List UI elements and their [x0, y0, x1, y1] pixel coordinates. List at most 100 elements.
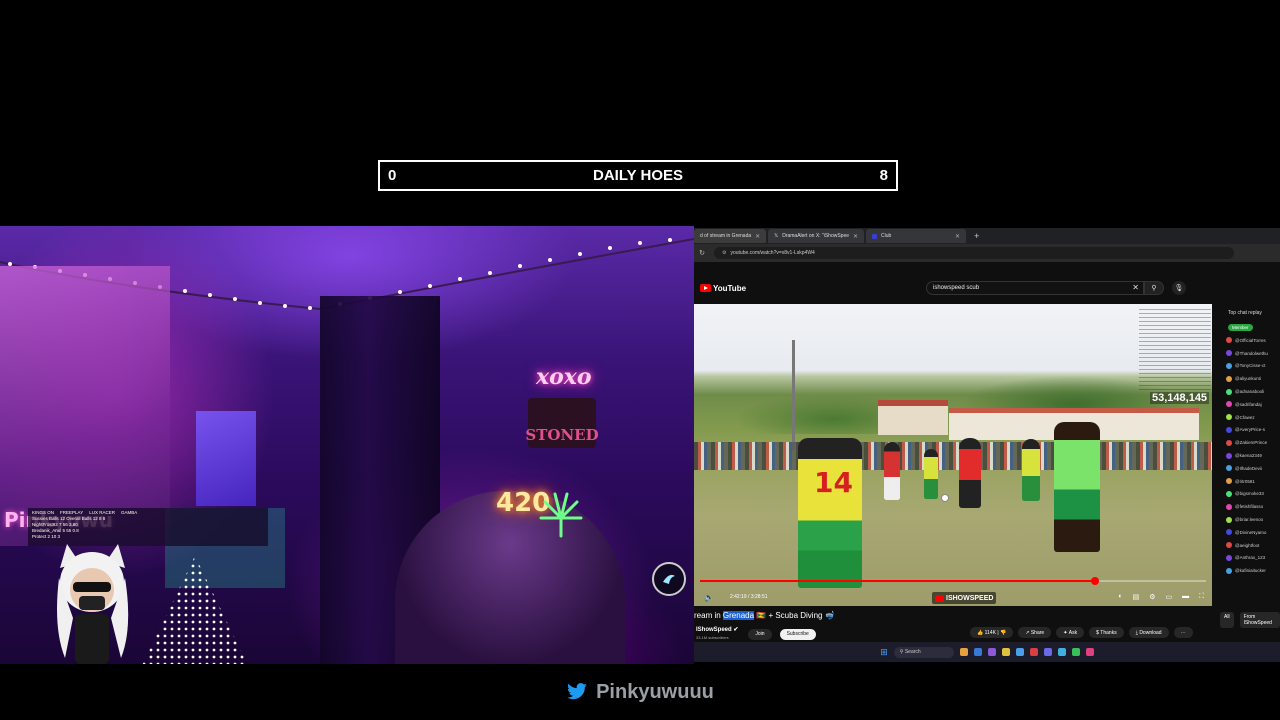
- taskbar-app-icon[interactable]: [1029, 648, 1038, 656]
- taskbar-app-icon[interactable]: [1057, 648, 1066, 656]
- browser-tab-youtube[interactable]: d of stream in Grenada ✕: [694, 229, 767, 243]
- video-actions: 👍 114K | 👎 ↗ Share ✦ Ask $ Thanks ⤓ Down…: [970, 627, 1193, 638]
- chat-username: @IlhadeDevii: [1235, 465, 1262, 471]
- handle-name: Pinkyuwuuu: [596, 680, 714, 703]
- close-icon[interactable]: ✕: [755, 233, 760, 240]
- chat-message[interactable]: @IlhadeDevii: [1226, 462, 1280, 475]
- youtube-logo[interactable]: YouTube: [700, 284, 746, 293]
- member-chip[interactable]: Member: [1228, 324, 1253, 331]
- chat-message[interactable]: @DivineNyamo: [1226, 526, 1280, 539]
- taskbar-app-icon[interactable]: [1071, 648, 1080, 656]
- chat-tab-all[interactable]: All: [1220, 612, 1234, 628]
- chat-message[interactable]: @TonyCisse-ct: [1226, 360, 1280, 373]
- lit-doorway: [196, 411, 256, 506]
- share-button[interactable]: ↗ Share: [1018, 627, 1052, 638]
- chat-tab-from-channel[interactable]: From IShowSpeed: [1239, 612, 1280, 628]
- chat-message[interactable]: @fetishfilasso: [1226, 500, 1280, 513]
- stoned-sign: STONED: [525, 398, 599, 448]
- chat-message[interactable]: @kaena2349: [1226, 449, 1280, 462]
- join-button[interactable]: Join: [748, 628, 772, 640]
- taskbar-search[interactable]: ⚲ Search: [893, 646, 954, 658]
- chat-avatar-icon: [1226, 350, 1232, 357]
- chat-message[interactable]: @Cfawez: [1226, 411, 1280, 424]
- miniplayer-icon[interactable]: ▭: [1165, 593, 1172, 601]
- clear-search-icon[interactable]: ✕: [1132, 283, 1139, 292]
- os-taskbar: ⊞ ⚲ Search: [694, 642, 1280, 662]
- chat-avatar-icon: [1226, 516, 1232, 523]
- taskbar-app-icon[interactable]: [1015, 648, 1024, 656]
- autoplay-toggle-icon[interactable]: ◐: [1118, 593, 1122, 601]
- taskbar-app-icon[interactable]: [987, 648, 996, 656]
- settings-gear-icon[interactable]: ⚙: [1149, 593, 1155, 601]
- chat-message[interactable]: @briar.leenoo: [1226, 513, 1280, 526]
- browser-tab-x[interactable]: 𝕏 DramaAlert on X: "iShowSpee ✕: [768, 229, 865, 243]
- video-player[interactable]: 14 53,148,145 ISHOWSPEED 🔈 2:42:19 / 3:2…: [694, 304, 1212, 606]
- reload-icon[interactable]: ↻: [694, 249, 710, 257]
- chat-username: @Anthrax_123: [1235, 555, 1266, 561]
- browser-tab-club[interactable]: Club ✕: [866, 229, 967, 243]
- volume-icon[interactable]: 🔈: [704, 593, 714, 602]
- subscribe-button[interactable]: Subscribe: [779, 628, 816, 640]
- taskbar-app-icon[interactable]: [1043, 648, 1052, 656]
- video-title: ream in Grenada 🇬🇩 + Scuba Diving 🤿: [694, 611, 835, 620]
- chat-message[interactable]: @kafiniaitucker: [1226, 564, 1280, 577]
- chat-header[interactable]: Top chat replay: [1220, 304, 1280, 316]
- close-icon[interactable]: ✕: [955, 233, 960, 240]
- chat-message[interactable]: @ritr0581: [1226, 475, 1280, 488]
- address-bar-row: ↻ ⚙ youtube.com/watch?v=x8v1-Lskp4W4: [694, 244, 1280, 262]
- voice-search-button[interactable]: 🎙: [1172, 281, 1186, 295]
- counter-left-value: 0: [388, 167, 397, 184]
- chat-message[interactable]: @aliyunkunti: [1226, 372, 1280, 385]
- taskbar-app-icon[interactable]: [1085, 648, 1094, 656]
- social-handle: Pinkyuwuuu: [0, 664, 1280, 720]
- windows-start-icon[interactable]: ⊞: [880, 647, 888, 658]
- progress-scrubber[interactable]: [1090, 577, 1099, 585]
- fullscreen-icon[interactable]: ⛶: [1199, 593, 1204, 601]
- search-button[interactable]: ⚲: [1144, 281, 1164, 295]
- like-button[interactable]: 👍 114K | 👎: [970, 627, 1014, 638]
- site-info-icon: ⚙: [722, 250, 727, 256]
- youtube-search-input[interactable]: ishowspeed scub ✕: [926, 281, 1144, 295]
- chat-username: @ritr0581: [1235, 478, 1255, 484]
- chat-message[interactable]: @OfficialTorres: [1226, 334, 1280, 347]
- round-overlay-button[interactable]: [652, 562, 686, 596]
- chat-username: @DivineNyamo: [1235, 529, 1267, 535]
- chat-message[interactable]: @ZakiemPrince: [1226, 436, 1280, 449]
- chat-message[interactable]: @Anthrax_123: [1226, 552, 1280, 565]
- taskbar-app-icon[interactable]: [973, 648, 982, 656]
- taskbar-app-icon[interactable]: [959, 648, 968, 656]
- live-chat-panel: Top chat replay Member @OfficialTorres @T…: [1220, 304, 1280, 606]
- browser-tab-bar: d of stream in Grenada ✕ 𝕏 DramaAlert on…: [694, 228, 1280, 244]
- more-actions-icon[interactable]: ⋯: [1173, 627, 1193, 638]
- chat-message[interactable]: @sadrifandaj: [1226, 398, 1280, 411]
- thanks-button[interactable]: $ Thanks: [1089, 627, 1124, 638]
- captions-icon[interactable]: ▤: [1133, 593, 1140, 601]
- chat-avatar-icon: [1226, 414, 1232, 421]
- dislike-icon[interactable]: 👎: [1000, 630, 1006, 636]
- taskbar-app-icon[interactable]: [1001, 648, 1010, 656]
- chat-username: @Thandolwethu: [1235, 350, 1268, 356]
- chat-message[interactable]: @Thandolwethu: [1226, 347, 1280, 360]
- download-button[interactable]: ⤓ Download: [1128, 627, 1169, 638]
- theater-icon[interactable]: ▬: [1182, 593, 1189, 601]
- chat-username: @bigsmoke33: [1235, 491, 1264, 497]
- new-tab-button[interactable]: +: [968, 231, 985, 241]
- chat-avatar-icon: [1226, 554, 1232, 561]
- youtube-play-icon: [700, 284, 711, 292]
- chat-message[interactable]: @aeightfoot: [1226, 539, 1280, 552]
- chat-avatar-icon: [1226, 529, 1232, 536]
- video-crowd: [694, 442, 1212, 470]
- chat-message[interactable]: @bigsmoke33: [1226, 488, 1280, 501]
- tab-favicon-icon: [872, 233, 878, 239]
- close-icon[interactable]: ✕: [853, 233, 858, 240]
- channel-name[interactable]: IShowSpeed ✔ 33.1M subscribers: [696, 627, 738, 641]
- chat-message[interactable]: @AveryPrice-s: [1226, 424, 1280, 437]
- url-field[interactable]: ⚙ youtube.com/watch?v=x8v1-Lskp4W4: [714, 247, 1234, 259]
- chat-message[interactable]: @adnanabooli: [1226, 385, 1280, 398]
- ask-button[interactable]: ✦ Ask: [1056, 627, 1085, 638]
- chat-avatar-icon: [1226, 439, 1232, 446]
- video-progress-bar[interactable]: [700, 577, 1206, 585]
- chat-username: @aliyunkunti: [1235, 376, 1261, 382]
- neon-leaf-icon: [539, 492, 583, 538]
- video-player-figure: [959, 438, 981, 508]
